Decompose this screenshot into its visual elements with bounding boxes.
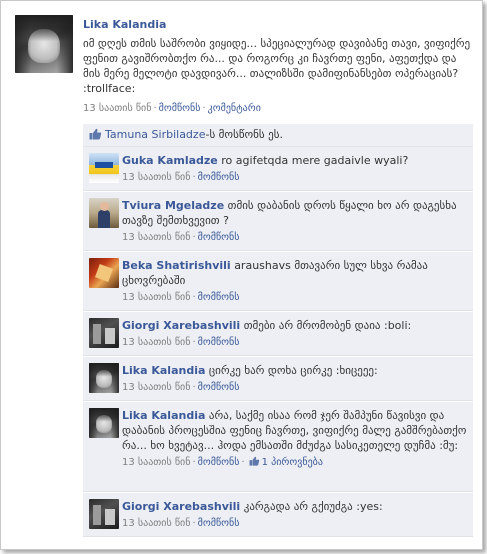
post-author-avatar[interactable] — [15, 15, 73, 73]
facebook-post-card: Lika Kalandia იმ დღეს თმის საშრობი ვიყიდ… — [0, 0, 483, 550]
separator: · — [192, 457, 196, 468]
likes-bar: Tamuna Sirbiladze-ს მოსწონს ეს. — [83, 124, 473, 147]
post-comment-link[interactable]: კომენტარი — [208, 103, 261, 114]
commenter-name[interactable]: Beka Shatirishvili — [122, 259, 231, 272]
comment-timestamp[interactable]: 13 საათის წინ — [122, 172, 190, 183]
commenter-avatar[interactable] — [89, 258, 119, 288]
separator: · — [192, 337, 196, 348]
commenter-avatar[interactable] — [89, 198, 119, 228]
separator: · — [192, 172, 196, 183]
commenter-name[interactable]: Giorgi Xarebashvili — [122, 319, 240, 332]
comment-likes-count[interactable]: 1 პიროვნება — [262, 457, 323, 468]
commenter-name[interactable]: Tviura Mgeladze — [122, 199, 224, 212]
comment-timestamp[interactable]: 13 საათის წინ — [122, 337, 190, 348]
separator: · — [192, 518, 196, 529]
comment-like-link[interactable]: მომწონს — [198, 518, 240, 529]
comment-text: კარგადა არ გქიუძგა :yes: — [243, 500, 383, 513]
post-author-name[interactable]: Lika Kalandia — [83, 18, 166, 31]
separator: · — [192, 382, 196, 393]
commenter-avatar[interactable] — [89, 499, 119, 529]
commenter-avatar[interactable] — [89, 318, 119, 348]
comment-item: Giorgi Xarebashvili თმები არ მრომობენ და… — [83, 312, 473, 356]
comment-item: Lika Kalandia ცირკე ხარ დოხა ცირკე :ხიცე… — [83, 357, 473, 401]
comment-like-link[interactable]: მომწონს — [198, 172, 240, 183]
commenter-avatar[interactable] — [89, 363, 119, 393]
comment-like-link[interactable]: მომწონს — [198, 457, 240, 468]
comment-item: Tviura Mgeladze თმის დაბანის დროს წყალი … — [83, 192, 473, 251]
comment-text: თმები არ მრომობენ დაია :boli: — [243, 319, 412, 332]
comment-item: Beka Shatirishvili araushavs მთავარი სულ… — [83, 252, 473, 311]
comment-item: Guka Kamladze ro agifetqda mere gadaivle… — [83, 147, 473, 191]
post-text: იმ დღეს თმის საშრობი ვიყიდე... სპეციალურ… — [83, 37, 471, 95]
comment-like-link[interactable]: მომწონს — [198, 337, 240, 348]
separator: · — [192, 232, 196, 243]
commenter-avatar[interactable] — [89, 408, 119, 438]
liker-name[interactable]: Tamuna Sirbiladze — [105, 128, 205, 141]
thumbs-up-icon — [89, 128, 102, 140]
likes-suffix: -ს მოსწონს ეს. — [205, 128, 283, 141]
comment-item: Lika Kalandia არა, საქმე ისაა რომ ჯერ შა… — [83, 402, 473, 492]
post-timestamp[interactable]: 13 საათის წინ — [83, 103, 151, 114]
comment-item: Giorgi Xarebashvili კარგადა არ გქიუძგა :… — [83, 493, 473, 537]
comment-timestamp[interactable]: 13 საათის წინ — [122, 518, 190, 529]
comment-text: ცირკე ხარ დოხა ცირკე :ხიცეეე: — [208, 364, 378, 377]
thumbs-up-icon — [249, 456, 259, 466]
commenter-name[interactable]: Lika Kalandia — [122, 364, 205, 377]
comment-like-link[interactable]: მომწონს — [198, 382, 240, 393]
post-meta: 13 საათის წინ · მომწონს · კომენტარი — [83, 103, 261, 114]
commenter-name[interactable]: Lika Kalandia — [122, 409, 205, 422]
separator: · — [202, 103, 206, 114]
comment-timestamp[interactable]: 13 საათის წინ — [122, 292, 190, 303]
comment-text: ro agifetqda mere gadaivle wyali? — [221, 154, 409, 167]
comment-timestamp[interactable]: 13 საათის წინ — [122, 232, 190, 243]
post-like-link[interactable]: მომწონს — [159, 103, 201, 114]
separator: · — [153, 103, 157, 114]
separator: · — [192, 292, 196, 303]
commenter-avatar[interactable] — [89, 153, 119, 183]
comment-timestamp[interactable]: 13 საათის წინ — [122, 382, 190, 393]
commenter-name[interactable]: Giorgi Xarebashvili — [122, 500, 240, 513]
comment-like-link[interactable]: მომწონს — [198, 292, 240, 303]
comment-timestamp[interactable]: 13 საათის წინ — [122, 457, 190, 468]
comment-like-link[interactable]: მომწონს — [198, 232, 240, 243]
commenter-name[interactable]: Guka Kamladze — [122, 154, 218, 167]
separator: · — [241, 457, 245, 468]
